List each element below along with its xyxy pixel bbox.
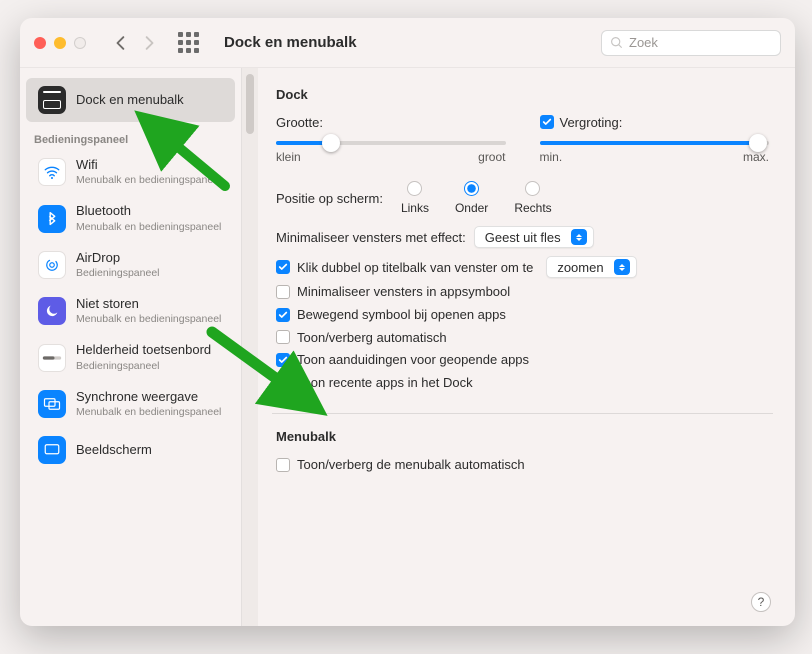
sidebar-group-label: Bedieningspaneel [20, 124, 241, 150]
size-label: Grootte: [276, 114, 323, 132]
section-title-menubar: Menubalk [276, 428, 769, 446]
minimize-into-icon-checkbox[interactable] [276, 285, 290, 299]
content-pane: Dock Grootte: kleingroot Vergroting: [258, 68, 795, 626]
mirror-icon [38, 390, 66, 418]
sidebar-item-wifi[interactable]: WifiMenubalk en bedieningspaneel [26, 150, 235, 194]
divider [272, 413, 773, 414]
sidebar-item-display[interactable]: Beeldscherm [26, 428, 235, 472]
size-slider[interactable] [276, 141, 506, 145]
help-button[interactable]: ? [751, 592, 771, 612]
scroll-thumb[interactable] [246, 74, 254, 134]
prefs-window: Dock en menubalk Zoek Dock en menubalk B… [20, 18, 795, 626]
airdrop-icon [38, 251, 66, 279]
search-field[interactable]: Zoek [601, 30, 781, 56]
nav-buttons [114, 36, 156, 50]
moon-icon [38, 297, 66, 325]
forward-button[interactable] [142, 36, 156, 50]
close-button[interactable] [34, 37, 46, 49]
magnification-label: Vergroting: [560, 114, 623, 132]
doubleclick-checkbox[interactable] [276, 260, 290, 274]
scrollbar[interactable] [242, 68, 258, 626]
sidebar-item-bluetooth[interactable]: BluetoothMenubalk en bedieningspaneel [26, 196, 235, 240]
doubleclick-select[interactable]: zoomen [546, 256, 636, 278]
display-icon [38, 436, 66, 464]
back-button[interactable] [114, 36, 128, 50]
dock-icon [38, 86, 66, 114]
bluetooth-icon [38, 205, 66, 233]
position-radio-group: Links Onder Rechts [401, 181, 552, 216]
window-title: Dock en menubalk [224, 34, 357, 51]
sidebar-item-airdrop[interactable]: AirDropBedieningspaneel [26, 243, 235, 287]
sidebar-item-mirror[interactable]: Synchrone weergaveMenubalk en bedienings… [26, 382, 235, 426]
indicators-checkbox[interactable] [276, 353, 290, 367]
recent-apps-checkbox[interactable] [276, 375, 290, 389]
sidebar[interactable]: Dock en menubalk Bedieningspaneel WifiMe… [20, 68, 242, 626]
magnification-slider[interactable] [540, 141, 770, 145]
position-label: Positie op scherm: [276, 190, 383, 208]
menubar-autohide-checkbox[interactable] [276, 458, 290, 472]
animate-open-checkbox[interactable] [276, 308, 290, 322]
search-icon [610, 36, 623, 49]
position-left[interactable]: Links [401, 181, 429, 216]
section-title-dock: Dock [276, 86, 769, 104]
position-bottom[interactable]: Onder [455, 181, 488, 216]
effect-label: Minimaliseer vensters met effect: [276, 229, 466, 247]
window-controls [34, 37, 86, 49]
sidebar-item-dock-menubar[interactable]: Dock en menubalk [26, 78, 235, 122]
show-all-button[interactable] [178, 32, 200, 53]
brightness-icon [38, 344, 66, 372]
sidebar-item-brightness[interactable]: Helderheid toetsenbordBedieningspaneel [26, 335, 235, 379]
toolbar: Dock en menubalk Zoek [20, 18, 795, 68]
autohide-checkbox[interactable] [276, 330, 290, 344]
effect-select[interactable]: Geest uit fles [474, 226, 594, 248]
sidebar-item-label: Dock en menubalk [76, 93, 184, 107]
search-placeholder: Zoek [629, 35, 658, 50]
magnification-checkbox[interactable] [540, 115, 554, 129]
sidebar-item-dnd[interactable]: Niet storenMenubalk en bedieningspaneel [26, 289, 235, 333]
chevron-updown-icon [571, 229, 587, 245]
position-right[interactable]: Rechts [514, 181, 551, 216]
minimize-button[interactable] [54, 37, 66, 49]
zoom-button[interactable] [74, 37, 86, 49]
chevron-updown-icon [614, 259, 630, 275]
wifi-icon [38, 158, 66, 186]
